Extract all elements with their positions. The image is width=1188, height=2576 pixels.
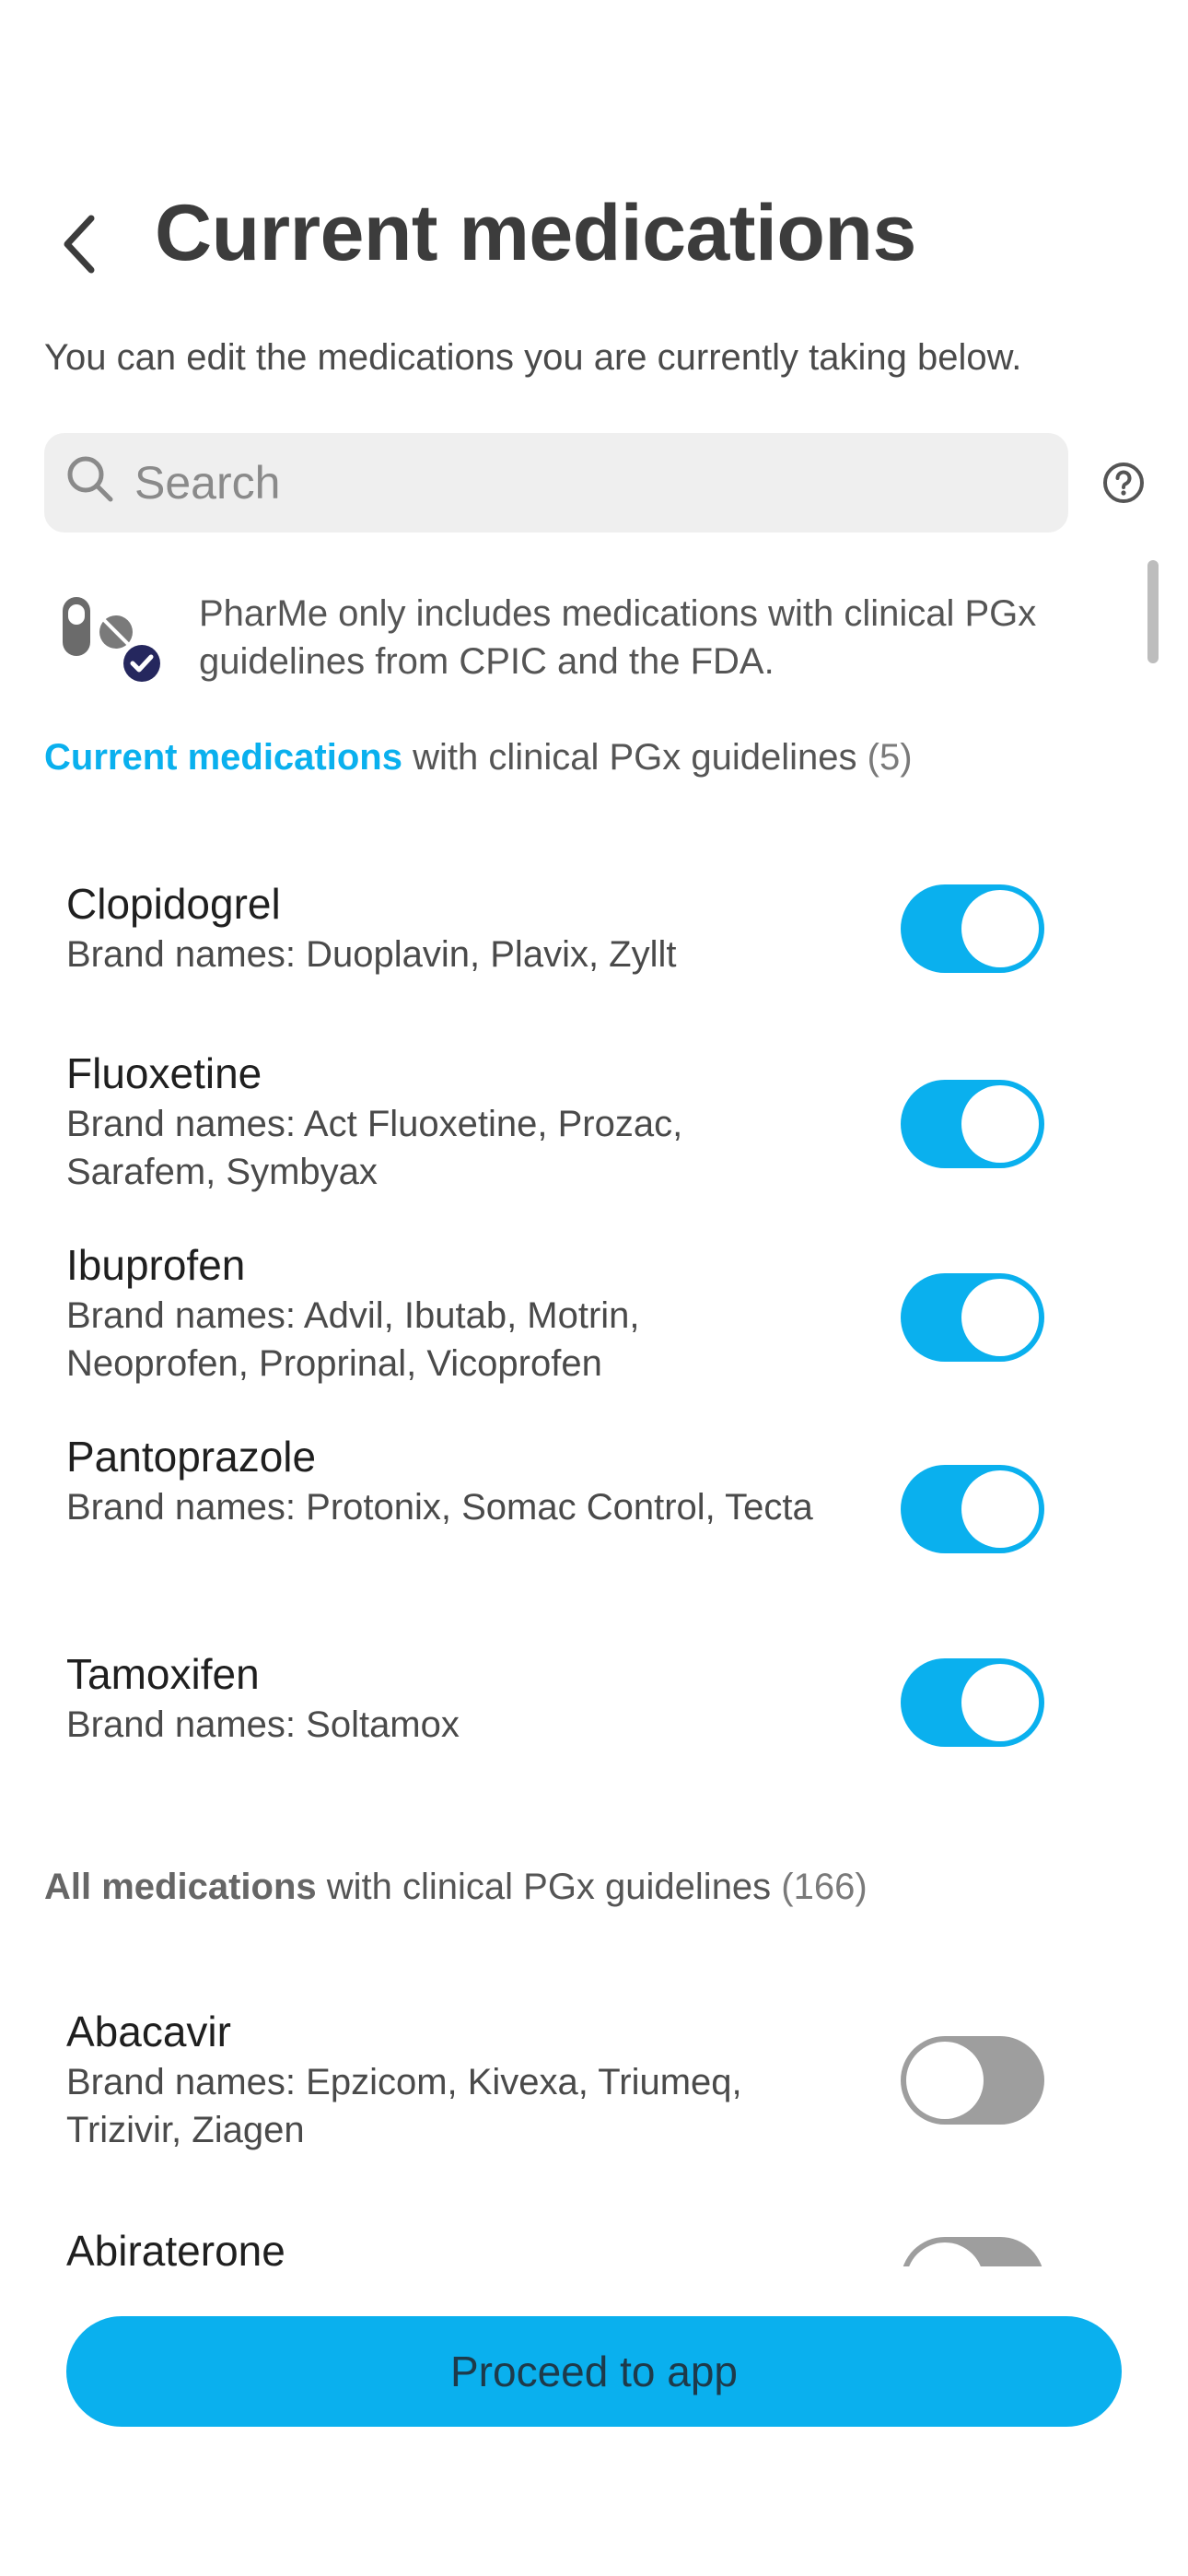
scrollbar[interactable] [1147,560,1159,663]
toggle-knob [961,1085,1039,1163]
chevron-left-icon [64,215,95,274]
search-bar[interactable] [44,433,1068,533]
toggle-knob [961,1470,1039,1548]
back-button[interactable] [46,203,111,286]
medication-brands: Brand names: Soltamox [66,1704,460,1745]
current-medications-screen: Current medications You can edit the med… [0,0,1188,2576]
list-clip-area: Abiraterone [0,2193,1188,2266]
toggle-knob [961,1664,1039,1741]
toggle-fluoxetine[interactable] [901,1080,1044,1168]
toggle-knob [906,2242,984,2266]
all-medications-heading: All medications with clinical PGx guidel… [44,1867,868,1908]
toggle-knob [961,890,1039,967]
all-heading-strong: All medications [44,1867,317,1907]
toggle-ibuprofen[interactable] [901,1273,1044,1362]
current-heading-rest: with clinical PGx guidelines [402,737,868,778]
info-notice-text: PharMe only includes medications with cl… [199,593,1037,682]
toggle-pantoprazole[interactable] [901,1465,1044,1553]
toggle-clopidogrel[interactable] [901,884,1044,973]
all-count: (166) [781,1867,868,1907]
medication-brands: Brand names: Duoplavin, Plavix, Zyllt [66,934,677,975]
search-input[interactable] [133,433,1044,533]
pills-check-icon [63,597,164,685]
medication-brands: Brand names: Advil, Ibutab, Motrin, Neop… [66,1295,640,1384]
medication-brands: Brand names: Act Fluoxetine, Prozac, Sar… [66,1104,683,1192]
toggle-knob [961,1279,1039,1356]
all-heading-rest: with clinical PGx guidelines [316,1867,782,1907]
search-icon [67,456,113,502]
proceed-to-app-button[interactable]: Proceed to app [66,2316,1122,2427]
current-medications-heading: Current medications with clinical PGx gu… [44,737,913,779]
current-heading-strong: Current medications [44,737,402,778]
page-subtitle: You can edit the medications you are cur… [44,337,1022,378]
medication-brands: Brand names: Protonix, Somac Control, Te… [66,1487,813,1528]
current-count: (5) [867,737,913,778]
header: Current medications [0,175,1188,295]
toggle-abacavir[interactable] [901,2036,1044,2125]
medication-brands: Brand names: Epzicom, Kivexa, Triumeq, T… [66,2062,742,2150]
question-circle-icon[interactable] [1101,461,1146,505]
toggle-knob [906,2042,984,2119]
page-title: Current medications [155,189,916,277]
toggle-tamoxifen[interactable] [901,1658,1044,1747]
